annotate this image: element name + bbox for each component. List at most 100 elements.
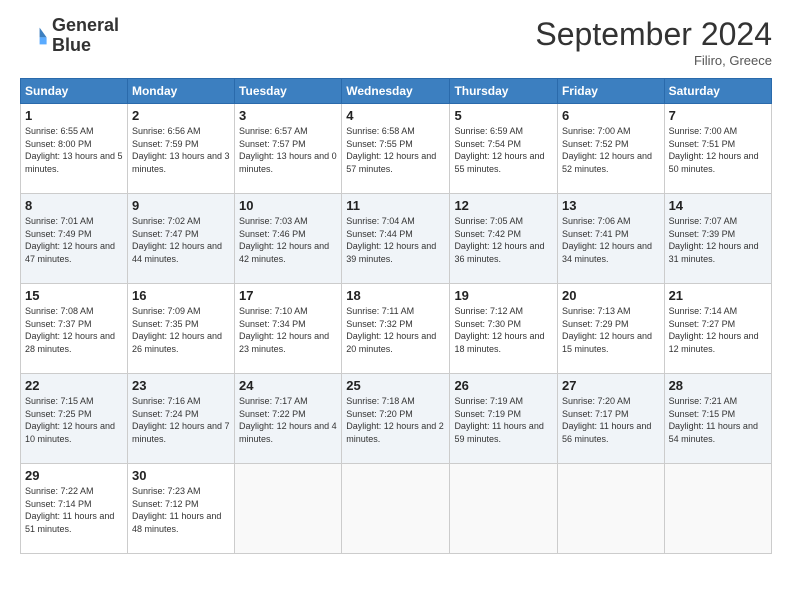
calendar-day-cell: 7 Sunrise: 7:00 AMSunset: 7:51 PMDaylight… [664, 104, 771, 194]
calendar-day-cell: 5 Sunrise: 6:59 AMSunset: 7:54 PMDaylight… [450, 104, 558, 194]
day-number: 25 [346, 378, 445, 393]
day-number: 18 [346, 288, 445, 303]
day-number: 29 [25, 468, 123, 483]
page: General Blue September 2024 Filiro, Gree… [0, 0, 792, 570]
calendar-day-cell: 28 Sunrise: 7:21 AMSunset: 7:15 PMDayligh… [664, 374, 771, 464]
day-number: 14 [669, 198, 767, 213]
calendar-day-header: Thursday [450, 79, 558, 104]
calendar-day-cell: 27Sunrise: 7:20 AMSunset: 7:17 PMDayligh… [557, 374, 664, 464]
calendar-header-row: SundayMondayTuesdayWednesdayThursdayFrid… [21, 79, 772, 104]
logo-text: General Blue [52, 16, 119, 56]
calendar-day-cell: 22 Sunrise: 7:15 AMSunset: 7:25 PMDayligh… [21, 374, 128, 464]
calendar-week-row: 22 Sunrise: 7:15 AMSunset: 7:25 PMDayligh… [21, 374, 772, 464]
calendar-day-cell: 2 Sunrise: 6:56 AMSunset: 7:59 PMDaylight… [127, 104, 234, 194]
day-info: Sunrise: 7:18 AMSunset: 7:20 PMDaylight:… [346, 395, 445, 445]
day-info: Sunrise: 7:15 AMSunset: 7:25 PMDaylight:… [25, 395, 123, 445]
day-info: Sunrise: 7:06 AMSunset: 7:41 PMDaylight:… [562, 215, 660, 265]
day-info: Sunrise: 7:05 AMSunset: 7:42 PMDaylight:… [454, 215, 553, 265]
calendar-day-header: Sunday [21, 79, 128, 104]
day-info: Sunrise: 7:03 AMSunset: 7:46 PMDaylight:… [239, 215, 337, 265]
day-number: 15 [25, 288, 123, 303]
day-info: Sunrise: 7:14 AMSunset: 7:27 PMDaylight:… [669, 305, 767, 355]
calendar-day-cell: 24 Sunrise: 7:17 AMSunset: 7:22 PMDayligh… [235, 374, 342, 464]
day-number: 3 [239, 108, 337, 123]
calendar-day-cell: 14 Sunrise: 7:07 AMSunset: 7:39 PMDayligh… [664, 194, 771, 284]
day-info: Sunrise: 7:04 AMSunset: 7:44 PMDaylight:… [346, 215, 445, 265]
calendar-day-header: Wednesday [342, 79, 450, 104]
calendar-day-cell: 23Sunrise: 7:16 AMSunset: 7:24 PMDayligh… [127, 374, 234, 464]
day-number: 10 [239, 198, 337, 213]
calendar-week-row: 1Sunrise: 6:55 AMSunset: 8:00 PMDaylight… [21, 104, 772, 194]
calendar-day-cell: 8 Sunrise: 7:01 AMSunset: 7:49 PMDaylight… [21, 194, 128, 284]
day-number: 24 [239, 378, 337, 393]
day-number: 7 [669, 108, 767, 123]
calendar-day-cell: 30 Sunrise: 7:23 AMSunset: 7:12 PMDayligh… [127, 464, 234, 554]
calendar-day-cell: 26Sunrise: 7:19 AMSunset: 7:19 PMDayligh… [450, 374, 558, 464]
calendar-day-cell [664, 464, 771, 554]
logo: General Blue [20, 16, 119, 56]
day-number: 16 [132, 288, 230, 303]
title-area: September 2024 Filiro, Greece [535, 16, 772, 68]
calendar-day-header: Saturday [664, 79, 771, 104]
calendar-week-row: 15 Sunrise: 7:08 AMSunset: 7:37 PMDayligh… [21, 284, 772, 374]
day-number: 23 [132, 378, 230, 393]
day-number: 6 [562, 108, 660, 123]
calendar-day-cell [342, 464, 450, 554]
day-info: Sunrise: 7:00 AMSunset: 7:51 PMDaylight:… [669, 125, 767, 175]
day-number: 21 [669, 288, 767, 303]
calendar-day-header: Tuesday [235, 79, 342, 104]
calendar-day-cell: 21 Sunrise: 7:14 AMSunset: 7:27 PMDayligh… [664, 284, 771, 374]
calendar-day-header: Friday [557, 79, 664, 104]
day-number: 20 [562, 288, 660, 303]
day-info: Sunrise: 6:56 AMSunset: 7:59 PMDaylight:… [132, 125, 230, 175]
day-number: 30 [132, 468, 230, 483]
day-number: 28 [669, 378, 767, 393]
day-info: Sunrise: 7:22 AMSunset: 7:14 PMDaylight:… [25, 485, 123, 535]
day-info: Sunrise: 7:07 AMSunset: 7:39 PMDaylight:… [669, 215, 767, 265]
day-info: Sunrise: 6:59 AMSunset: 7:54 PMDaylight:… [454, 125, 553, 175]
calendar-day-cell [450, 464, 558, 554]
calendar-day-cell: 18Sunrise: 7:11 AMSunset: 7:32 PMDayligh… [342, 284, 450, 374]
calendar-day-cell: 9 Sunrise: 7:02 AMSunset: 7:47 PMDaylight… [127, 194, 234, 284]
day-info: Sunrise: 7:17 AMSunset: 7:22 PMDaylight:… [239, 395, 337, 445]
calendar-day-cell: 17Sunrise: 7:10 AMSunset: 7:34 PMDayligh… [235, 284, 342, 374]
calendar-day-cell: 25 Sunrise: 7:18 AMSunset: 7:20 PMDayligh… [342, 374, 450, 464]
day-info: Sunrise: 7:21 AMSunset: 7:15 PMDaylight:… [669, 395, 767, 445]
day-number: 17 [239, 288, 337, 303]
day-number: 11 [346, 198, 445, 213]
calendar-table: SundayMondayTuesdayWednesdayThursdayFrid… [20, 78, 772, 554]
location: Filiro, Greece [535, 53, 772, 68]
calendar-week-row: 29 Sunrise: 7:22 AMSunset: 7:14 PMDayligh… [21, 464, 772, 554]
day-number: 19 [454, 288, 553, 303]
calendar-day-cell: 10 Sunrise: 7:03 AMSunset: 7:46 PMDayligh… [235, 194, 342, 284]
day-number: 8 [25, 198, 123, 213]
month-title: September 2024 [535, 16, 772, 53]
day-number: 22 [25, 378, 123, 393]
day-info: Sunrise: 7:12 AMSunset: 7:30 PMDaylight:… [454, 305, 553, 355]
day-info: Sunrise: 7:00 AMSunset: 7:52 PMDaylight:… [562, 125, 660, 175]
day-info: Sunrise: 7:13 AMSunset: 7:29 PMDaylight:… [562, 305, 660, 355]
day-number: 26 [454, 378, 553, 393]
calendar-day-cell [557, 464, 664, 554]
logo-icon [20, 22, 48, 50]
calendar-day-cell: 4 Sunrise: 6:58 AMSunset: 7:55 PMDaylight… [342, 104, 450, 194]
day-info: Sunrise: 7:01 AMSunset: 7:49 PMDaylight:… [25, 215, 123, 265]
day-number: 13 [562, 198, 660, 213]
calendar-day-cell [235, 464, 342, 554]
day-number: 5 [454, 108, 553, 123]
day-info: Sunrise: 7:08 AMSunset: 7:37 PMDaylight:… [25, 305, 123, 355]
calendar-day-cell: 13 Sunrise: 7:06 AMSunset: 7:41 PMDayligh… [557, 194, 664, 284]
day-number: 27 [562, 378, 660, 393]
day-info: Sunrise: 7:02 AMSunset: 7:47 PMDaylight:… [132, 215, 230, 265]
day-number: 4 [346, 108, 445, 123]
day-info: Sunrise: 7:23 AMSunset: 7:12 PMDaylight:… [132, 485, 230, 535]
calendar-day-cell: 19 Sunrise: 7:12 AMSunset: 7:30 PMDayligh… [450, 284, 558, 374]
calendar-day-cell: 20 Sunrise: 7:13 AMSunset: 7:29 PMDayligh… [557, 284, 664, 374]
day-info: Sunrise: 6:58 AMSunset: 7:55 PMDaylight:… [346, 125, 445, 175]
day-info: Sunrise: 6:55 AMSunset: 8:00 PMDaylight:… [25, 125, 123, 175]
day-number: 9 [132, 198, 230, 213]
calendar-week-row: 8 Sunrise: 7:01 AMSunset: 7:49 PMDaylight… [21, 194, 772, 284]
day-number: 2 [132, 108, 230, 123]
day-info: Sunrise: 7:09 AMSunset: 7:35 PMDaylight:… [132, 305, 230, 355]
calendar-day-cell: 1Sunrise: 6:55 AMSunset: 8:00 PMDaylight… [21, 104, 128, 194]
